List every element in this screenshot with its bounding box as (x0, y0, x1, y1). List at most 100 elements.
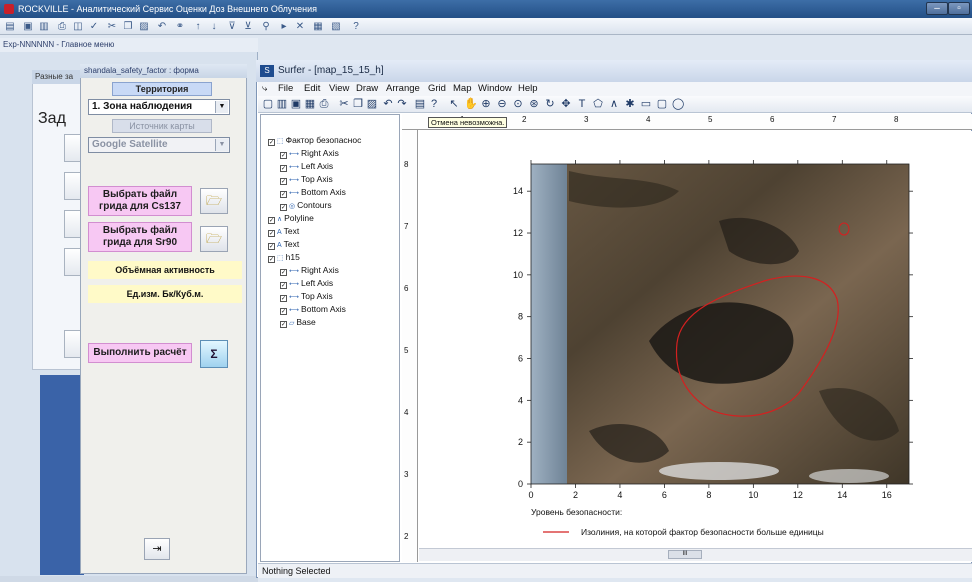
menu-arrange[interactable]: Arrange (386, 82, 420, 96)
tree-item[interactable]: ✓ ∧ Polyline (268, 213, 314, 225)
save-icon[interactable]: ▣ (290, 98, 302, 110)
map-source-button[interactable]: Источник карты (112, 119, 212, 133)
spellcheck-icon[interactable]: ✓ (88, 21, 100, 32)
rotate-icon[interactable]: ↻ (544, 98, 556, 110)
menu-file[interactable]: File (278, 82, 293, 96)
copy-icon[interactable]: ❐ (122, 21, 134, 32)
checkbox-icon[interactable]: ✓ (280, 321, 287, 328)
menu-window[interactable]: Window (478, 82, 512, 96)
checkbox-icon[interactable]: ✓ (280, 165, 287, 172)
redo-icon[interactable]: ↷ (396, 98, 408, 110)
copy-icon[interactable]: ❐ (352, 98, 364, 110)
pan-hand-icon[interactable]: ✋ (464, 98, 478, 110)
find-icon[interactable]: ⚲ (260, 21, 272, 32)
menu-view[interactable]: View (329, 82, 349, 96)
filter-form-icon[interactable]: ⊻ (242, 21, 254, 32)
symbol-icon[interactable]: ✱ (624, 98, 636, 110)
delete-record-icon[interactable]: ✕ (294, 21, 306, 32)
tree-item[interactable]: ✓ ⬚ h15 (268, 252, 300, 264)
scroll-thumb[interactable]: III (668, 550, 702, 559)
new-icon[interactable]: ▢ (262, 98, 274, 110)
chevron-down-icon[interactable]: ▼ (215, 139, 228, 151)
menu-map[interactable]: Map (453, 82, 471, 96)
tree-item[interactable]: ✓ ◎ Contours (280, 200, 332, 212)
cut-icon[interactable]: ✂ (106, 21, 118, 32)
link-icon[interactable]: ⚭ (174, 21, 186, 32)
map-source-select[interactable]: Google Satellite ▼ (88, 137, 230, 153)
checkbox-icon[interactable]: ✓ (280, 152, 287, 159)
chart-icon[interactable]: ▤ (4, 21, 16, 32)
checkbox-icon[interactable]: ✓ (268, 139, 275, 146)
cut-icon[interactable]: ✂ (338, 98, 350, 110)
object-manager-icon[interactable]: ▤ (414, 98, 426, 110)
tree-item[interactable]: ✓ ⟷ Bottom Axis (280, 187, 346, 199)
checkbox-icon[interactable]: ✓ (268, 230, 275, 237)
select-arrow-icon[interactable]: ↖ (448, 98, 460, 110)
undo-icon[interactable]: ↶ (382, 98, 394, 110)
tree-item[interactable]: ✓ A Text (268, 226, 299, 238)
folder-icon[interactable]: ▥ (38, 21, 50, 32)
zoom-in-icon[interactable]: ⊕ (480, 98, 492, 110)
paste-icon[interactable]: ▨ (366, 98, 378, 110)
tree-item[interactable]: ✓ ⟷ Top Axis (280, 174, 333, 186)
checkbox-icon[interactable]: ✓ (280, 295, 287, 302)
menu-help[interactable]: Help (518, 82, 538, 96)
checkbox-icon[interactable]: ✓ (268, 256, 275, 263)
sigma-icon[interactable]: Σ (200, 340, 228, 368)
minimize-icon[interactable]: – (926, 2, 948, 15)
save-icon[interactable]: ▣ (22, 21, 34, 32)
checkbox-icon[interactable]: ✓ (280, 191, 287, 198)
paste-icon[interactable]: ▨ (138, 21, 150, 32)
zoom-rect-icon[interactable]: ⊙ (512, 98, 524, 110)
run-calculation-button[interactable]: Выполнить расчёт (88, 343, 192, 363)
select-sr90-grid-button[interactable]: Выбрать файл грида для Sr90 (88, 222, 192, 252)
new-object-icon[interactable]: ▧ (330, 21, 342, 32)
checkbox-icon[interactable]: ✓ (268, 243, 275, 250)
menu-draw[interactable]: Draw (356, 82, 378, 96)
menu-grid[interactable]: Grid (428, 82, 446, 96)
tree-item[interactable]: ✓ A Text (268, 239, 299, 251)
checkbox-icon[interactable]: ✓ (280, 308, 287, 315)
menu-icon[interactable]: ⤷ (262, 82, 267, 96)
preview-icon[interactable]: ◫ (72, 21, 84, 32)
polyline-icon[interactable]: ∧ (608, 98, 620, 110)
map-plot[interactable]: 0 2 4 6 8 10 12 14 16 0 2 4 6 8 10 12 14 Уровень безопасн… (419, 131, 972, 549)
exit-icon[interactable]: ⇥ (144, 538, 170, 560)
checkbox-icon[interactable]: ✓ (280, 178, 287, 185)
tree-item[interactable]: ✓ ⟷ Top Axis (280, 291, 333, 303)
open-folder-icon[interactable]: 🗁 (200, 226, 228, 252)
ellipse-icon[interactable]: ◯ (672, 98, 684, 110)
context-help-icon[interactable]: ? (428, 98, 440, 110)
checkbox-icon[interactable]: ✓ (268, 217, 275, 224)
zoom-page-icon[interactable]: ⊛ (528, 98, 540, 110)
checkbox-icon[interactable]: ✓ (280, 282, 287, 289)
select-cs137-grid-button[interactable]: Выбрать файл грида для Cs137 (88, 186, 192, 216)
tree-item[interactable]: ✓ ⟷ Left Axis (280, 278, 333, 290)
help-icon[interactable]: ? (350, 21, 362, 32)
checkbox-icon[interactable]: ✓ (280, 269, 287, 276)
tree-item[interactable]: ✓ ⟷ Right Axis (280, 265, 339, 277)
text-icon[interactable]: T (576, 98, 588, 110)
sort-asc-icon[interactable]: ↑ (192, 21, 204, 32)
open-icon[interactable]: ▥ (276, 98, 288, 110)
checkbox-icon[interactable]: ✓ (280, 204, 287, 211)
menu-edit[interactable]: Edit (304, 82, 320, 96)
zone-select[interactable]: 1. Зона наблюдения ▼ (88, 99, 230, 115)
worksheet-icon[interactable]: ▦ (304, 98, 316, 110)
maximize-icon[interactable]: ▫ (948, 2, 970, 15)
rounded-rectangle-icon[interactable]: ▢ (656, 98, 668, 110)
database-icon[interactable]: ▦ (312, 21, 324, 32)
tree-item[interactable]: ✓ ⟷ Right Axis (280, 148, 339, 160)
tree-item[interactable]: ✓ ⟷ Bottom Axis (280, 304, 346, 316)
new-record-icon[interactable]: ▸ (278, 21, 290, 32)
undo-icon[interactable]: ↶ (156, 21, 168, 32)
tree-item[interactable]: ✓ ▱ Base (280, 317, 316, 329)
open-folder-icon[interactable]: 🗁 (200, 188, 228, 214)
print-icon[interactable]: ⎙ (318, 98, 330, 110)
rectangle-icon[interactable]: ▭ (640, 98, 652, 110)
tree-item[interactable]: ✓ ⬚ Фактор безопаснос (268, 135, 361, 147)
territory-button[interactable]: Территория (112, 82, 212, 96)
chevron-down-icon[interactable]: ▼ (215, 101, 228, 113)
move-icon[interactable]: ✥ (560, 98, 572, 110)
print-icon[interactable]: ⎙ (56, 21, 68, 32)
